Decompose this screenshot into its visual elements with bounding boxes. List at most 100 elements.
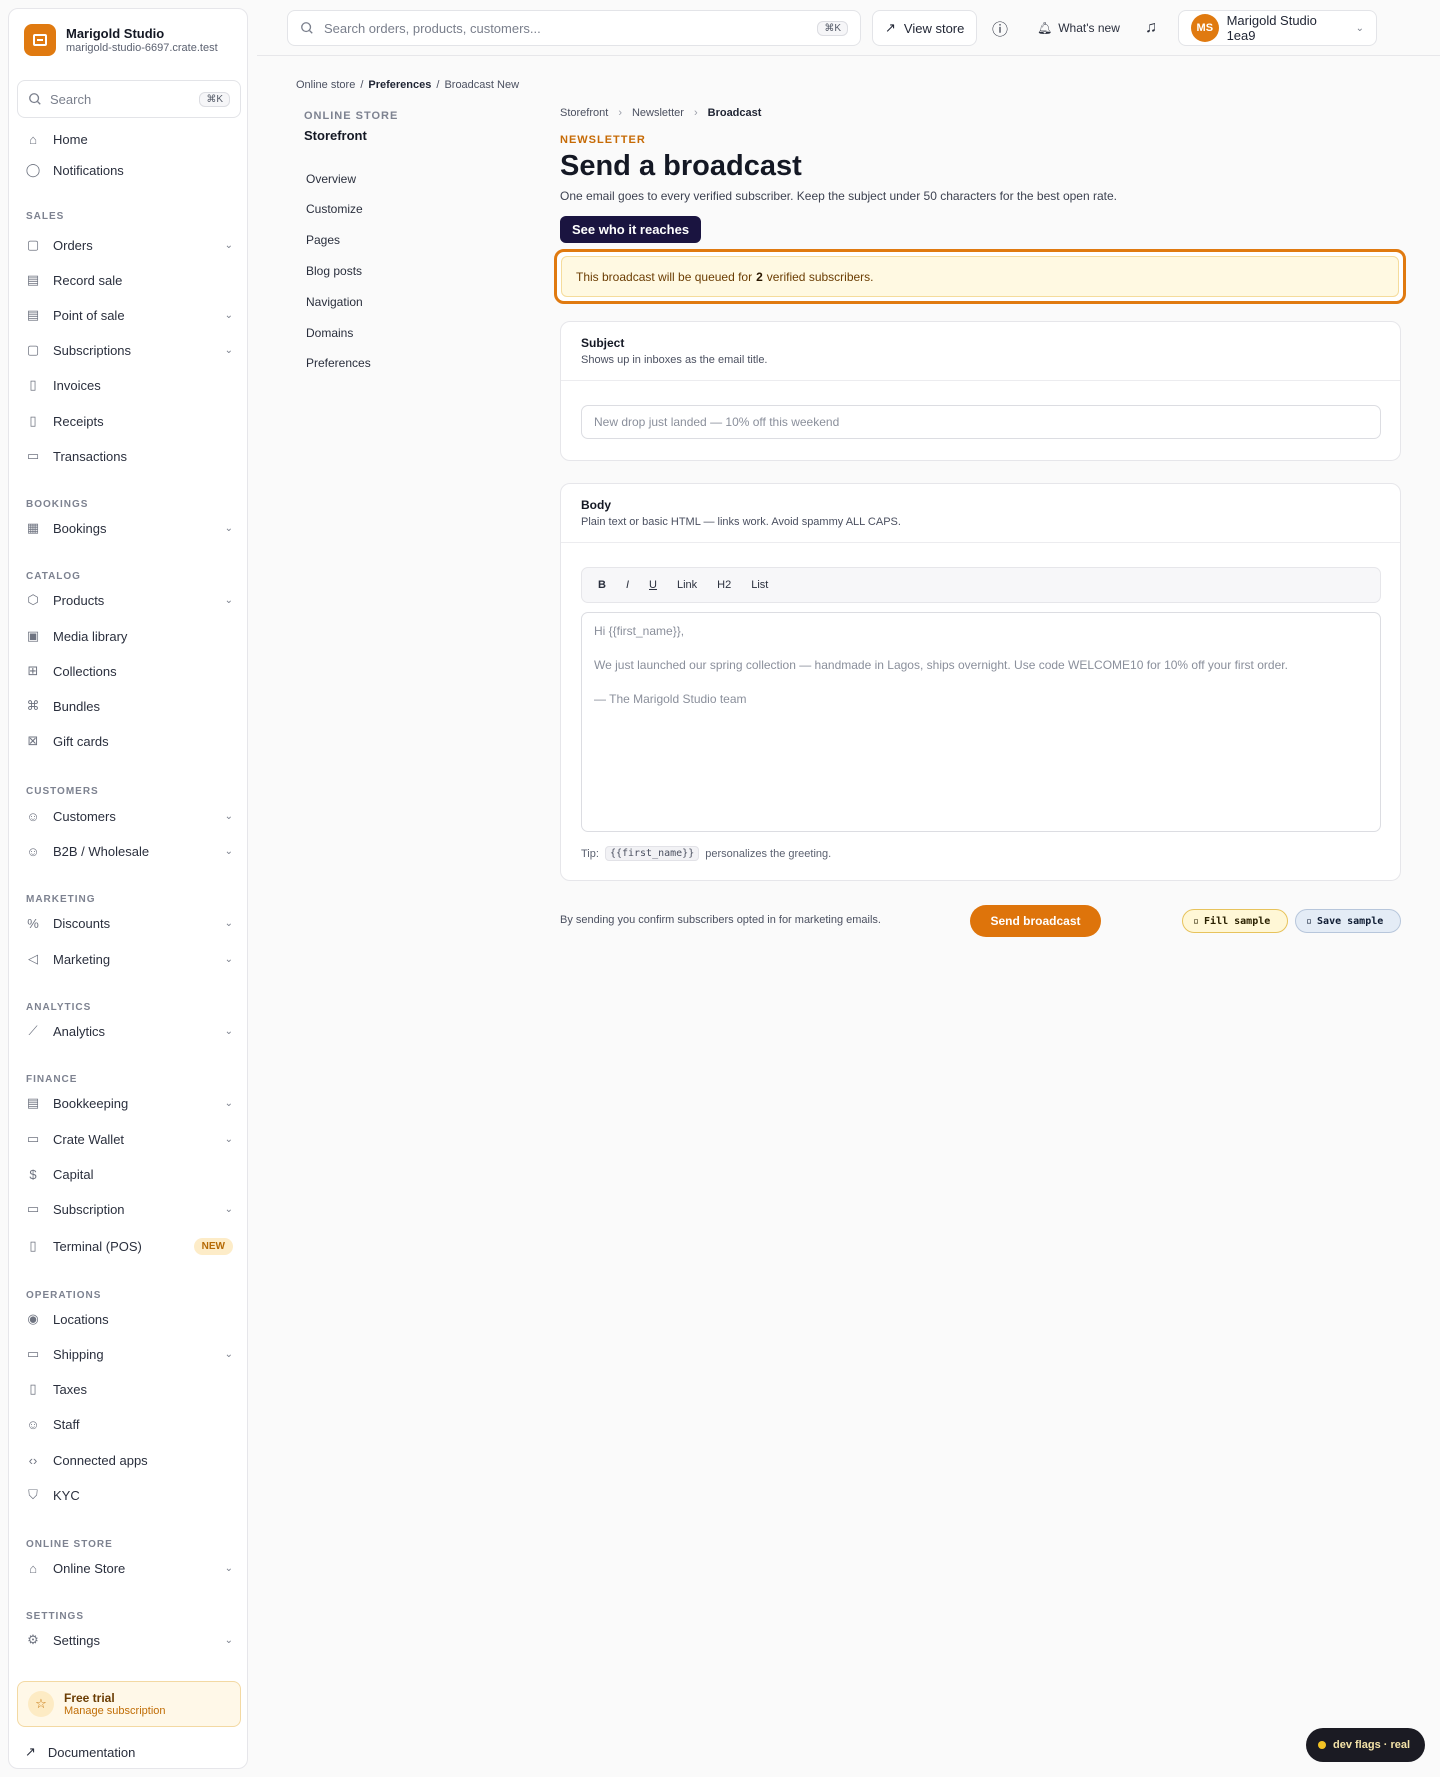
help-icon[interactable]: ⓘ <box>992 10 1008 46</box>
send-broadcast-button[interactable]: Send broadcast <box>970 905 1101 937</box>
card-icon: ▭ <box>26 448 40 463</box>
breadcrumb-online-store[interactable]: Online store <box>296 79 355 91</box>
chevron-down-icon: ⌄ <box>224 594 233 606</box>
subnav-navigation[interactable]: Navigation <box>306 295 363 309</box>
sidebar-item-label: Collections <box>53 663 117 679</box>
shortcut-hint: ⌘K <box>199 91 230 107</box>
notifications-bell-icon[interactable]: ♫ <box>1145 10 1157 46</box>
subject-input[interactable]: New drop just landed — 10% off this week… <box>581 405 1381 439</box>
sidebar-item-analytics[interactable]: ⟋ Analytics ⌄ <box>25 1017 233 1045</box>
see-who-it-reaches-button[interactable]: See who it reaches <box>560 216 702 243</box>
sidebar-item-products[interactable]: ⬡ Products ⌄ <box>25 586 233 614</box>
sidebar-item-terminal-pos[interactable]: ▯ Terminal (POS) NEW <box>25 1232 233 1260</box>
chevron-down-icon: ⌄ <box>224 1097 233 1109</box>
sidebar-item-point-of-sale[interactable]: ▤ Point of sale ⌄ <box>25 301 233 329</box>
dev-flags-badge[interactable]: dev flags · real <box>1306 1728 1425 1762</box>
sidebar-item-orders[interactable]: ▢ Orders ⌄ <box>25 231 233 259</box>
sidebar-item-invoices[interactable]: ▯ Invoices <box>25 371 233 399</box>
account-menu-button[interactable]: MS Marigold Studio 1ea9 ⌄ <box>1178 10 1377 46</box>
chevron-down-icon: ⌄ <box>224 810 233 822</box>
search-icon <box>301 22 313 34</box>
breadcrumb-storefront[interactable]: Storefront <box>560 107 608 119</box>
sidebar-item-label: Gift cards <box>53 733 109 749</box>
sidebar-item-staff[interactable]: ☺ Staff <box>25 1410 233 1438</box>
sidebar-item-capital[interactable]: $ Capital <box>25 1160 233 1188</box>
sidebar-item-bookings[interactable]: ▦ Bookings ⌄ <box>25 514 233 542</box>
fill-sample-label: Fill sample <box>1204 915 1271 927</box>
italic-button[interactable]: I <box>620 576 635 594</box>
sidebar-item-label: Point of sale <box>53 307 125 323</box>
calendar-icon: ▦ <box>26 520 40 535</box>
sidebar-item-bookkeeping[interactable]: ▤ Bookkeeping ⌄ <box>25 1089 233 1117</box>
subnav-customize[interactable]: Customize <box>306 202 363 216</box>
fill-sample-button[interactable]: ▫ Fill sample <box>1182 909 1288 933</box>
sidebar-item-media-library[interactable]: ▣ Media library <box>25 622 233 650</box>
subnav-blog-posts[interactable]: Blog posts <box>306 264 362 278</box>
documentation-link[interactable]: ↗ Documentation <box>25 1744 135 1760</box>
body-card: Body Plain text or basic HTML — links wo… <box>560 483 1401 881</box>
bold-button[interactable]: B <box>592 576 612 594</box>
global-search-input[interactable]: Search orders, products, customers... ⌘K <box>287 10 861 46</box>
bag-icon: ▢ <box>26 237 40 252</box>
sidebar-item-home[interactable]: ⌂ Home <box>25 125 233 153</box>
sidebar-item-gift-cards[interactable]: ⊠ Gift cards <box>25 727 233 755</box>
sidebar-search-input[interactable]: Search ⌘K <box>17 80 241 118</box>
sidebar-item-crate-wallet[interactable]: ▭ Crate Wallet ⌄ <box>25 1125 233 1153</box>
truck-icon: ▭ <box>26 1346 40 1361</box>
sidebar-item-customers[interactable]: ☺ Customers ⌄ <box>25 802 233 830</box>
sidebar-item-transactions[interactable]: ▭ Transactions <box>25 442 233 470</box>
section-label-finance: FINANCE <box>26 1074 78 1085</box>
sidebar-item-b2b-wholesale[interactable]: ☺ B2B / Wholesale ⌄ <box>25 837 233 865</box>
brand[interactable]: Marigold Studio marigold-studio-6697.cra… <box>24 24 218 56</box>
wallet-icon: ▭ <box>26 1131 40 1146</box>
underline-button[interactable]: U <box>643 576 663 594</box>
bell-icon: 🔔︎ <box>1037 21 1053 35</box>
store-icon: ⌂ <box>29 1560 37 1576</box>
sidebar-item-collections[interactable]: ⊞ Collections <box>25 657 233 685</box>
breadcrumb-preferences[interactable]: Preferences <box>368 79 431 91</box>
section-label-bookings: BOOKINGS <box>26 499 89 510</box>
sidebar-item-discounts[interactable]: % Discounts ⌄ <box>25 909 233 937</box>
save-sample-button[interactable]: ▫ Save sample <box>1295 909 1401 933</box>
user-plus-icon: ☺ <box>26 1416 40 1432</box>
sidebar-item-connected-apps[interactable]: ‹› Connected apps <box>25 1446 233 1474</box>
sidebar-item-marketing[interactable]: ◁ Marketing ⌄ <box>25 945 233 973</box>
list-button[interactable]: List <box>745 576 774 594</box>
subnav-domains[interactable]: Domains <box>306 326 353 340</box>
sidebar-item-subscription[interactable]: ▭ Subscription ⌄ <box>25 1195 233 1223</box>
body-line: — The Marigold Studio team <box>594 692 747 706</box>
sidebar-item-subscriptions[interactable]: ▢ Subscriptions ⌄ <box>25 336 233 364</box>
body-textarea[interactable]: Hi {{first_name}}, We just launched our … <box>581 612 1381 832</box>
sidebar-item-record-sale[interactable]: ▤ Record sale <box>25 266 233 294</box>
subnav-pages[interactable]: Pages <box>306 233 340 247</box>
sidebar-item-notifications[interactable]: ◯ Notifications <box>25 156 233 184</box>
tip-label: Tip: <box>581 847 599 860</box>
sidebar-item-settings[interactable]: ⚙ Settings ⌄ <box>25 1626 233 1654</box>
sidebar-item-kyc[interactable]: ⛉ KYC <box>25 1481 233 1509</box>
sidebar-item-label: Customers <box>53 808 116 824</box>
document-icon: ▯ <box>29 377 37 392</box>
subnav-preferences[interactable]: Preferences <box>306 356 371 370</box>
sidebar-item-online-store[interactable]: ⌂ Online Store ⌄ <box>25 1554 233 1582</box>
chevron-down-icon: ⌄ <box>224 522 233 534</box>
link-button[interactable]: Link <box>671 576 703 594</box>
breadcrumb-newsletter[interactable]: Newsletter <box>632 107 684 119</box>
sidebar-item-locations[interactable]: ◉ Locations <box>25 1305 233 1333</box>
sidebar-item-label: Home <box>53 131 88 147</box>
h2-button[interactable]: H2 <box>711 576 737 594</box>
page-breadcrumb: Storefront › Newsletter › Broadcast <box>560 107 762 119</box>
chevron-down-icon: ⌄ <box>224 1562 233 1574</box>
sidebar-item-taxes[interactable]: ▯ Taxes <box>25 1375 233 1403</box>
sidebar-item-label: Receipts <box>53 413 104 429</box>
sidebar-item-shipping[interactable]: ▭ Shipping ⌄ <box>25 1340 233 1368</box>
sidebar-item-label: Bundles <box>53 698 100 714</box>
whats-new-button[interactable]: 🔔︎ What's new <box>1037 10 1120 46</box>
manage-subscription-link[interactable]: Manage subscription <box>64 1705 166 1717</box>
sidebar-item-receipts[interactable]: ▯ Receipts <box>25 407 233 435</box>
gift-icon: ⊠ <box>27 733 39 748</box>
view-store-button[interactable]: ↗ View store <box>872 10 978 46</box>
subnav-overview[interactable]: Overview <box>306 172 356 186</box>
sidebar-item-bundles[interactable]: ⌘ Bundles <box>25 692 233 720</box>
free-trial-card[interactable]: ☆ Free trial Manage subscription <box>17 1681 241 1727</box>
sidebar-item-label: Invoices <box>53 377 101 393</box>
